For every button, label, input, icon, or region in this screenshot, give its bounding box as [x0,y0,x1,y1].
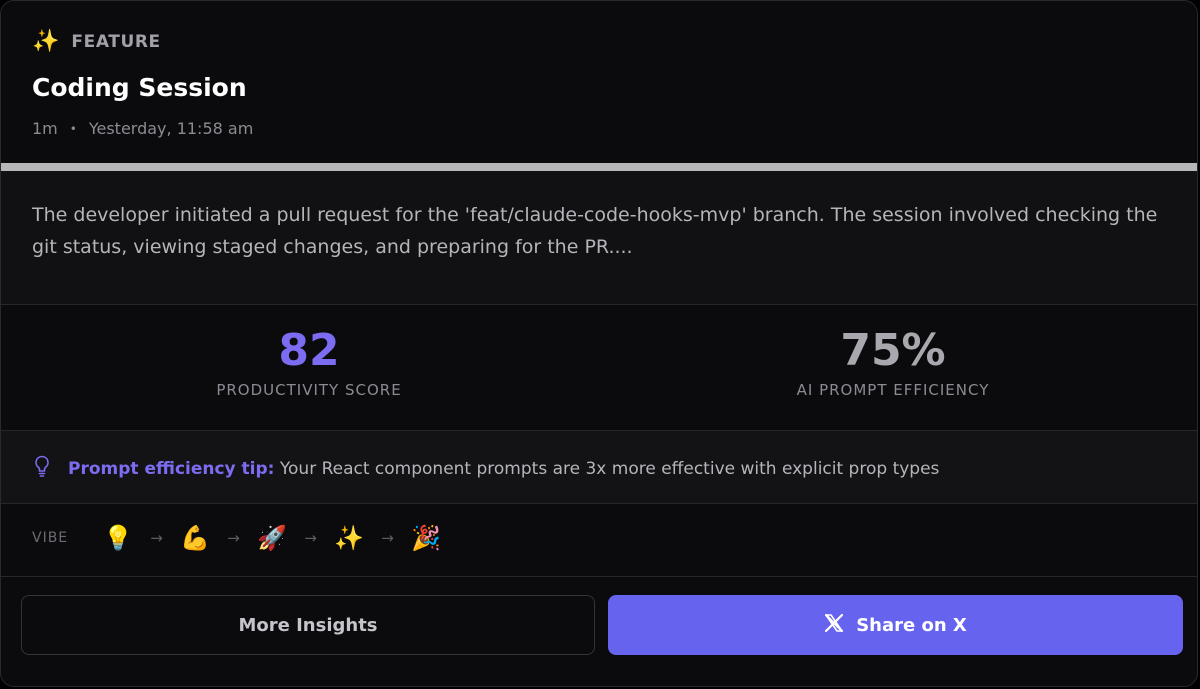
prompt-efficiency-value: 75% [840,325,946,376]
progress-fill [1,163,1197,171]
meta-separator: • [69,121,77,136]
category-tag: ✨ FEATURE [32,29,161,55]
tip-text: Your React component prompts are 3x more… [279,458,940,479]
vibe-section: VIBE 💡 → 💪 → 🚀 → ✨ → 🎉 [1,504,1197,577]
lightbulb-icon [34,455,50,482]
vibe-label: VIBE [32,530,69,546]
share-on-x-label: Share on X [856,614,967,636]
session-timestamp: Yesterday, 11:58 am [88,119,254,138]
arrow-right-icon: → [304,529,317,547]
flexed-biceps-emoji-icon: 💪 [180,524,210,552]
party-popper-emoji-icon: 🎉 [411,524,441,552]
category-label: FEATURE [71,32,161,52]
arrow-right-icon: → [150,529,163,547]
efficiency-tip: Prompt efficiency tip: Your React compon… [1,431,1197,504]
sparkles-emoji-icon: ✨ [334,524,364,552]
more-insights-label: More Insights [238,614,378,636]
stats-section: 82 PRODUCTIVITY SCORE 75% AI PROMPT EFFI… [1,305,1197,431]
share-on-x-button[interactable]: Share on X [608,595,1183,655]
more-insights-button[interactable]: More Insights [21,595,595,655]
session-title: Coding Session [32,73,247,102]
productivity-score-value: 82 [278,325,340,376]
session-summary: The developer initiated a pull request f… [1,171,1197,305]
rocket-emoji-icon: 🚀 [257,524,287,552]
productivity-score-label: PRODUCTIVITY SCORE [216,381,402,399]
efficiency-stat: 75% AI PROMPT EFFICIENCY [693,325,1093,399]
tip-title: Prompt efficiency tip: [68,458,275,479]
productivity-stat: 82 PRODUCTIVITY SCORE [109,325,509,399]
summary-text: The developer initiated a pull request f… [32,204,1158,258]
arrow-right-icon: → [381,529,394,547]
x-logo-icon [824,613,844,638]
progress-bar [1,163,1197,171]
lightbulb-emoji-icon: 💡 [103,524,133,552]
arrow-right-icon: → [227,529,240,547]
card-header: ✨ FEATURE Coding Session 1m • Yesterday,… [1,1,1197,163]
session-duration: 1m [32,119,58,138]
sparkles-icon: ✨ [32,29,60,54]
prompt-efficiency-label: AI PROMPT EFFICIENCY [796,381,990,399]
session-card: ✨ FEATURE Coding Session 1m • Yesterday,… [0,0,1198,687]
session-meta: 1m • Yesterday, 11:58 am [32,119,253,138]
